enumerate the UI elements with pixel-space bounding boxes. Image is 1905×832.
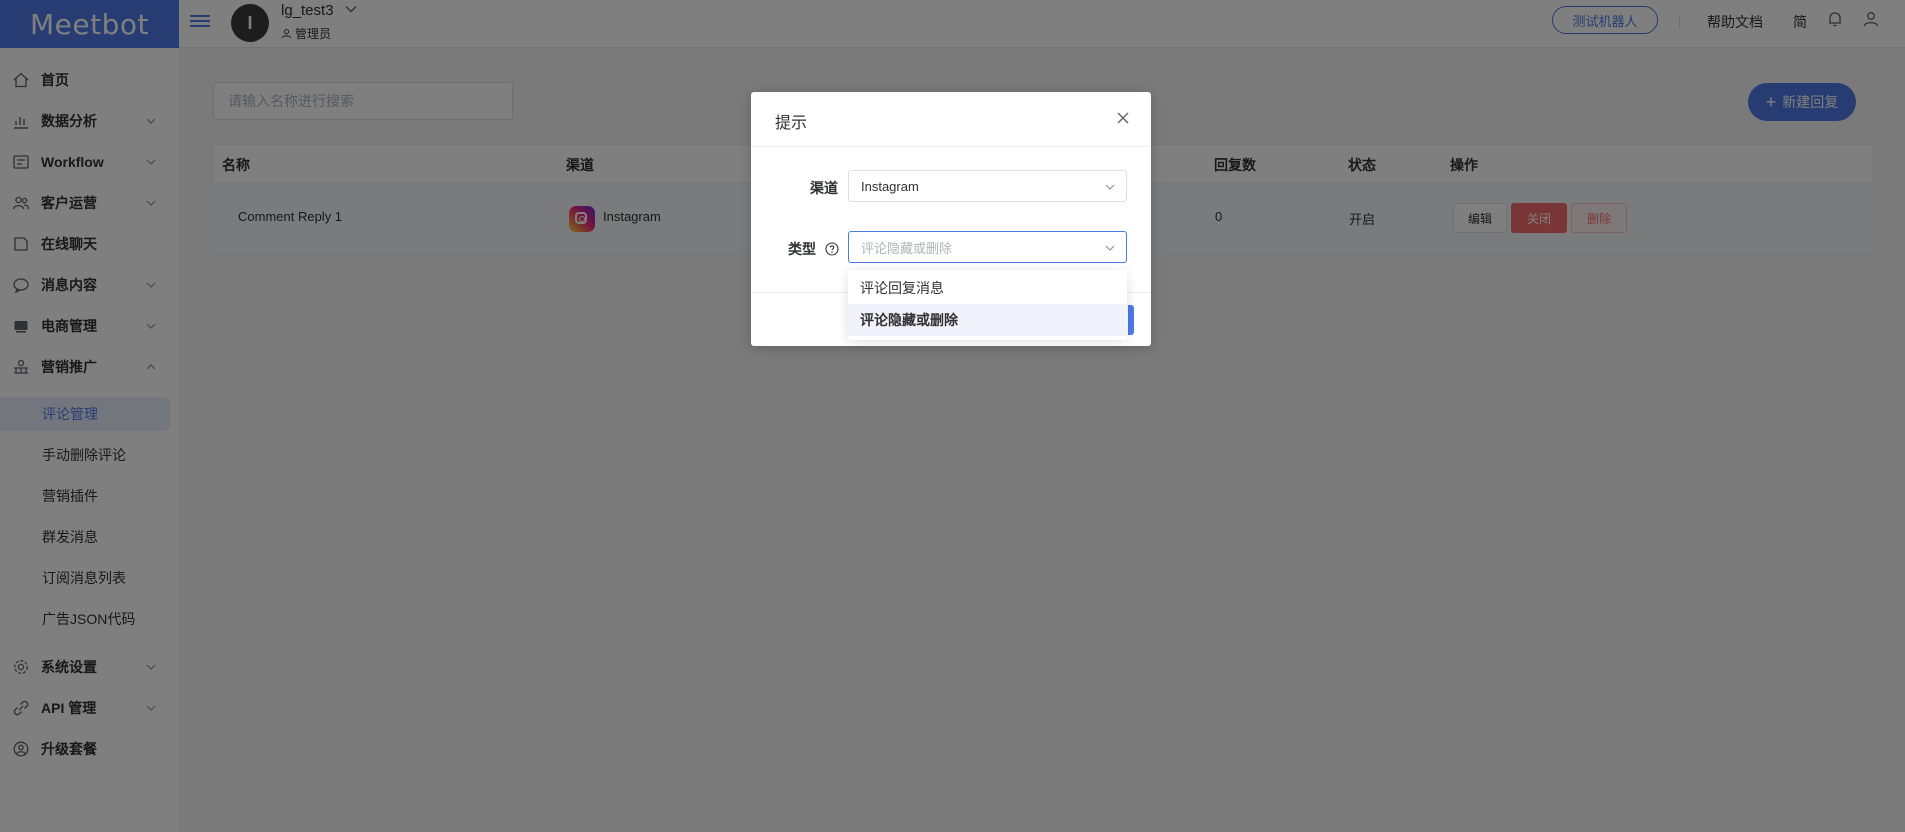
channel-select-value: Instagram bbox=[861, 178, 919, 194]
type-dropdown: 评论回复消息 评论隐藏或删除 bbox=[848, 270, 1127, 340]
channel-label: 渠道 bbox=[810, 180, 838, 196]
type-select[interactable]: 评论隐藏或删除 bbox=[848, 231, 1127, 263]
confirm-button[interactable] bbox=[1128, 305, 1134, 335]
dropdown-option-hide-delete[interactable]: 评论隐藏或删除 bbox=[848, 304, 1127, 336]
type-select-placeholder: 评论隐藏或删除 bbox=[861, 240, 953, 256]
dropdown-option-comment-reply[interactable]: 评论回复消息 bbox=[848, 272, 1127, 304]
chevron-down-icon bbox=[1105, 245, 1115, 251]
divider bbox=[751, 146, 1151, 147]
close-icon[interactable] bbox=[1115, 110, 1131, 126]
chevron-down-icon bbox=[1105, 184, 1115, 190]
channel-select[interactable]: Instagram bbox=[848, 170, 1127, 202]
question-icon[interactable] bbox=[825, 242, 839, 256]
type-label: 类型 bbox=[788, 241, 816, 257]
dialog-title: 提示 bbox=[775, 115, 808, 132]
